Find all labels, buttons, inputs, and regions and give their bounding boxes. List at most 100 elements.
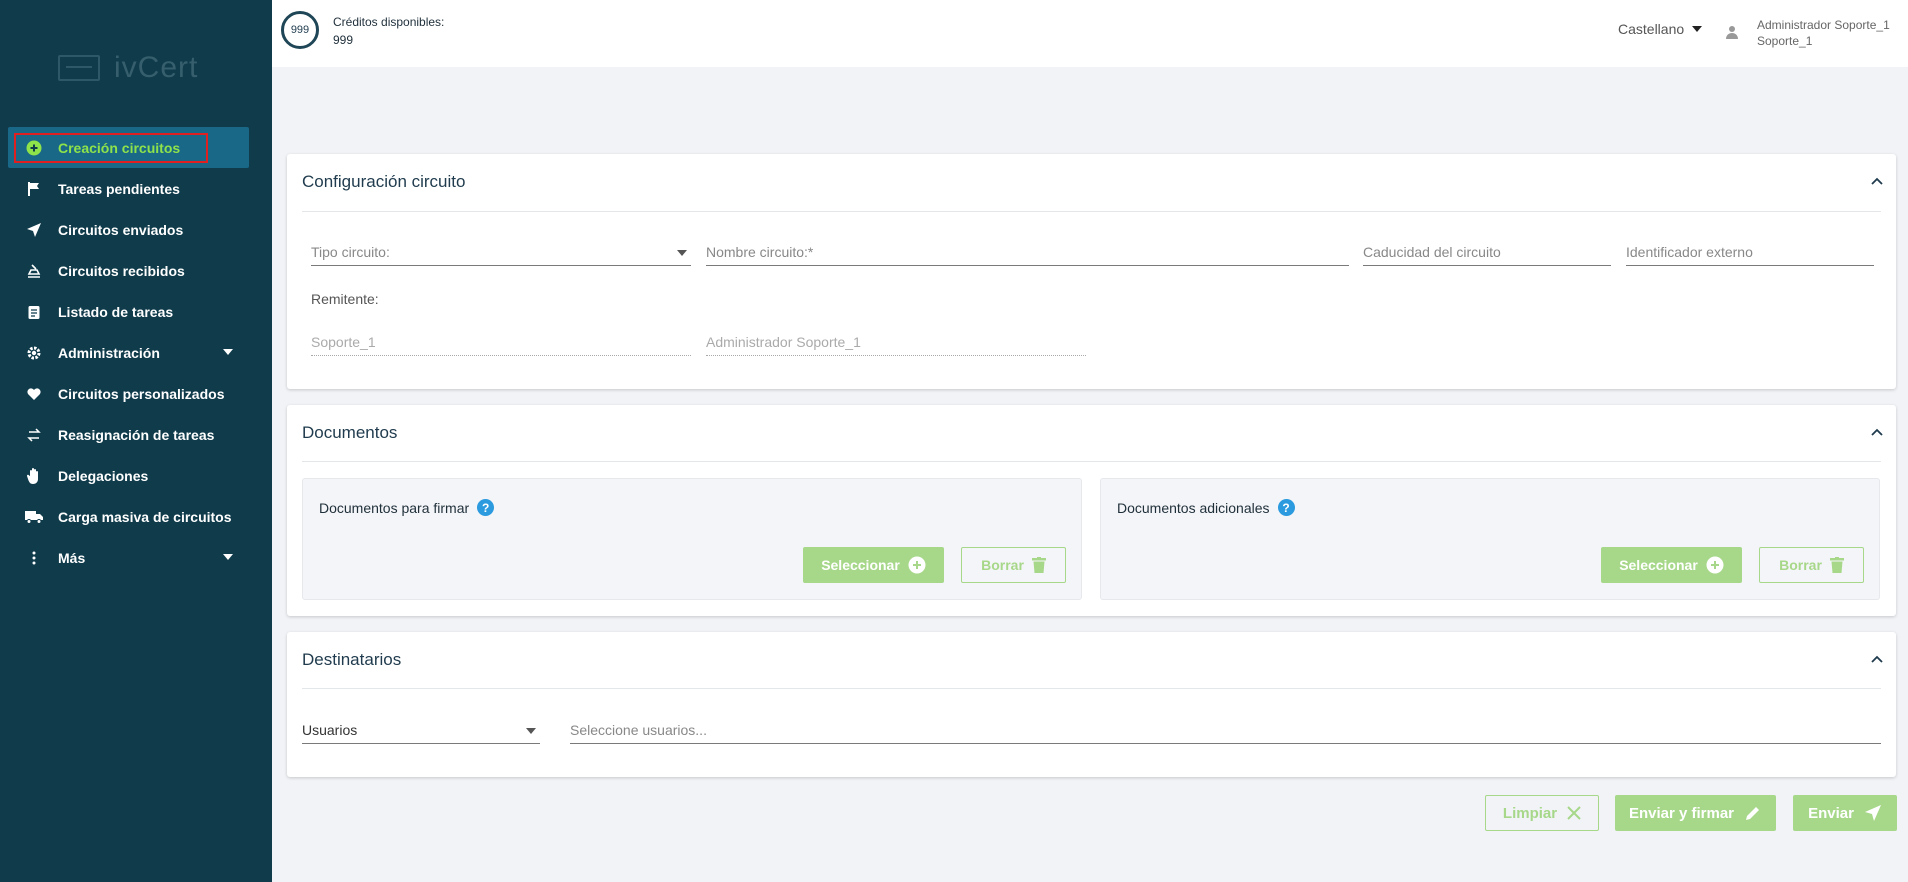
help-icon[interactable]: ? [1277,499,1295,516]
logo-text: ivCert [114,51,199,84]
enviar-y-firmar-button[interactable]: Enviar y firmar [1615,795,1776,831]
sidebar-item-label: Delegaciones [58,467,149,484]
seleccionar-adicionales-button[interactable]: Seleccionar [1601,547,1742,583]
caducidad-placeholder: Caducidad del circuito [1363,244,1501,260]
credits-value: 999 [333,33,354,47]
more-vertical-icon [24,548,44,568]
chevron-down-icon [677,250,687,256]
button-label: Borrar [981,557,1024,573]
gear-icon [24,343,44,363]
documentos-adicionales-box: Documentos adicionales ? Seleccionar Bor… [1100,478,1880,600]
chevron-up-icon[interactable] [1870,174,1884,188]
user-icon[interactable] [1726,25,1738,44]
sidebar-item-administracion[interactable]: Administración [8,332,249,373]
documentos-firmar-box: Documentos para firmar ? Seleccionar Bor… [302,478,1082,600]
heart-icon [24,384,44,404]
caducidad-input[interactable]: Caducidad del circuito [1363,236,1611,266]
plus-circle-icon [1706,556,1724,574]
chevron-down-icon [223,349,233,355]
sidebar-item-label: Circuitos recibidos [58,262,185,279]
topbar: 999 Créditos disponibles: 999 Castellano… [272,0,1908,67]
tipo-circuito-placeholder: Tipo circuito: [311,244,390,260]
user-name[interactable]: Administrador Soporte_1 [1757,18,1890,32]
send-icon [1864,805,1881,821]
trash-icon [1829,557,1844,573]
borrar-adicionales-button[interactable]: Borrar [1759,547,1864,583]
chevron-up-icon[interactable] [1870,652,1884,666]
inbox-icon [24,261,44,281]
sidebar-nav: Creación circuitos Tareas pendientes Cir… [8,127,249,578]
destinatarios-title: Destinatarios [302,650,402,669]
send-icon [24,220,44,240]
sidebar-item-label: Circuitos enviados [58,221,184,238]
identificador-placeholder: Identificador externo [1626,244,1753,260]
limpiar-button[interactable]: Limpiar [1485,795,1599,831]
chevron-down-icon [1692,26,1703,32]
sidebar-item-carga-masiva[interactable]: Carga masiva de circuitos [8,496,249,537]
documentos-adicionales-header: Documentos adicionales ? [1117,499,1295,516]
borrar-firmar-button[interactable]: Borrar [961,547,1066,583]
divider [302,211,1881,212]
truck-icon [24,507,44,527]
sidebar-item-label: Reasignación de tareas [58,426,215,443]
sidebar-item-creacion-circuitos[interactable]: Creación circuitos [8,127,249,168]
remitente-name-value: Administrador Soporte_1 [706,334,861,350]
sidebar-item-circuitos-enviados[interactable]: Circuitos enviados [8,209,249,250]
nombre-circuito-input[interactable]: Nombre circuito:* [706,236,1349,266]
sidebar-item-tareas-pendientes[interactable]: Tareas pendientes [8,168,249,209]
language-value: Castellano [1618,21,1685,37]
remitente-name-field: Administrador Soporte_1 [706,326,1086,356]
button-label: Seleccionar [1619,557,1698,573]
logo-mark [58,55,100,81]
help-icon[interactable]: ? [477,499,495,516]
swap-icon [24,425,44,445]
sidebar-item-label: Listado de tareas [58,303,174,320]
credits-label: Créditos disponibles: [333,15,445,29]
sidebar-item-delegaciones[interactable]: Delegaciones [8,455,249,496]
sidebar-item-label: Carga masiva de circuitos [58,508,232,525]
documentos-title: Documentos [302,423,398,442]
sidebar-item-label: Administración [58,344,160,361]
sidebar-item-circuitos-personalizados[interactable]: Circuitos personalizados [8,373,249,414]
user-login: Soporte_1 [1757,34,1813,48]
hand-icon [24,466,44,486]
nombre-circuito-placeholder: Nombre circuito:* [706,244,814,260]
sidebar: ivCert Creación circuitos Tareas pendien… [0,0,272,882]
close-icon [1567,806,1581,820]
config-panel: Configuración circuito Tipo circuito: No… [287,154,1896,389]
button-label: Enviar y firmar [1628,804,1735,822]
sidebar-item-circuitos-recibidos[interactable]: Circuitos recibidos [8,250,249,291]
sidebar-item-reasignacion-tareas[interactable]: Reasignación de tareas [8,414,249,455]
enviar-button[interactable]: Enviar [1793,795,1897,831]
flag-icon [24,179,44,199]
sidebar-item-listado-tareas[interactable]: Listado de tareas [8,291,249,332]
chevron-up-icon[interactable] [1870,425,1884,439]
credits-ring: 999 [281,11,319,49]
language-selector[interactable]: Castellano [1618,21,1703,37]
sidebar-item-label: Circuitos personalizados [58,385,225,402]
sidebar-item-mas[interactable]: Más [8,537,249,578]
highlight-box [14,133,208,163]
chevron-down-icon [526,728,536,734]
plus-circle-icon [908,556,926,574]
sidebar-item-label: Más [58,549,86,566]
documentos-firmar-title: Documentos para firmar [319,499,470,516]
documentos-adicionales-title: Documentos adicionales [1117,499,1270,516]
button-label: Borrar [1779,557,1822,573]
usuarios-input[interactable]: Seleccione usuarios... [570,714,1881,744]
destinatario-type-select[interactable]: Usuarios [302,714,540,744]
remitente-label: Remitente: [311,291,379,307]
logo: ivCert [58,48,212,88]
documentos-firmar-header: Documentos para firmar ? [319,499,495,516]
remitente-login-value: Soporte_1 [311,334,376,350]
divider [302,688,1881,689]
tipo-circuito-select[interactable]: Tipo circuito: [311,236,691,266]
documentos-panel: Documentos Documentos para firmar ? Sele… [287,405,1896,616]
button-label: Limpiar [1502,804,1558,822]
destinatarios-panel: Destinatarios Usuarios Seleccione usuari… [287,632,1896,777]
seleccionar-firmar-button[interactable]: Seleccionar [803,547,944,583]
divider [302,461,1881,462]
config-title: Configuración circuito [302,172,466,191]
pencil-icon [1746,807,1760,820]
identificador-externo-input[interactable]: Identificador externo [1626,236,1874,266]
